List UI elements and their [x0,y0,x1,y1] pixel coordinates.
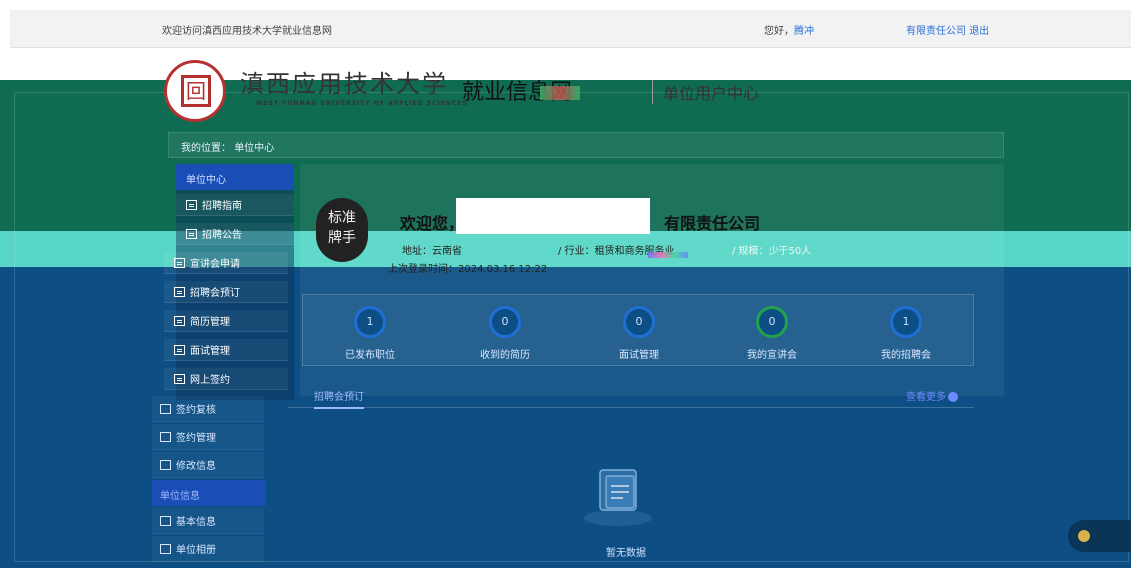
sidebar-item-guide[interactable]: 招聘指南 [176,194,294,216]
sidebar-item-label: 基本信息 [176,517,216,528]
stat-label: 已发布职位 [345,350,395,361]
last-login: 上次登录时间：2024.03.16 12:22 [388,260,547,275]
arrow-right-icon [948,392,958,402]
sidebar-item-label: 修改信息 [176,461,216,472]
list-icon [174,344,185,355]
user-greeting: 您好，腾冲 有限责任公司 退出 [764,22,989,37]
sidebar-item-label: 招聘公告 [202,230,242,241]
sidebar-item-edit-info[interactable]: 修改信息 [152,452,264,478]
sidebar-item-label: 简历管理 [190,317,230,328]
breadcrumb-current[interactable]: 单位中心 [234,143,274,154]
industry-label: / 行业： [558,246,595,257]
top-bar: 欢迎访问滇西应用技术大学就业信息网 您好，腾冲 有限责任公司 退出 [10,10,1131,48]
list-icon [160,431,171,442]
stat-count: 0 [756,306,788,338]
last-login-value: 2024.03.16 12:22 [458,264,548,275]
sidebar-item-label: 网上签约 [190,375,230,386]
render-artifact [648,252,688,258]
logo-glyph-icon: 回 [181,75,211,107]
sidebar-item-online-sign[interactable]: 网上签约 [164,368,288,390]
hello-prefix: 您好， [764,26,794,37]
list-icon [174,257,185,268]
sidebar-item-job-fair[interactable]: 招聘会预订 [164,281,288,303]
sidebar-item-label: 宣讲会申请 [190,259,240,270]
stat-presentations[interactable]: 0 我的宣讲会 [722,306,822,361]
list-icon [160,515,171,526]
sidebar-item-label: 签约复核 [176,405,216,416]
company-name-end: 有限责任公司 [664,214,761,233]
stat-count: 1 [890,306,922,338]
sidebar-item-album[interactable]: 单位相册 [152,536,264,562]
company-link-start[interactable]: 腾冲 [794,26,814,37]
stat-label: 收到的简历 [480,350,530,361]
sidebar-item-announcement[interactable]: 招聘公告 [176,223,294,245]
sidebar-item-label: 签约管理 [176,433,216,444]
scale-label: / 规模： [732,246,769,257]
welcome-text: 欢迎访问滇西应用技术大学就业信息网 [162,26,332,37]
sidebar-section-title: 单位信息 [152,480,266,506]
view-more-link[interactable]: 查看更多 [906,388,958,403]
list-icon [186,199,197,210]
university-logo[interactable]: 回 [164,60,226,122]
sidebar-item-sign-review[interactable]: 签约复核 [152,396,264,422]
list-icon [174,315,185,326]
stat-posted-jobs[interactable]: 1 已发布职位 [320,306,420,361]
stat-received-resumes[interactable]: 0 收到的简历 [455,306,555,361]
company-scale: / 规模：少于50人 [732,242,811,257]
sidebar-item-basic-info[interactable]: 基本信息 [152,508,264,534]
last-login-label: 上次登录时间： [388,264,458,275]
university-name: 滇西应用技术大学 [240,70,448,98]
sidebar-item-label: 招聘会预订 [190,288,240,299]
stat-job-fairs[interactable]: 1 我的招聘会 [856,306,956,361]
tab-bar [288,386,974,408]
address-label: 地址： [402,246,432,257]
bookmarks-bar [0,0,1131,10]
address-value: 云南省 [432,246,462,257]
company-avatar: 标准 牌手 [316,198,368,262]
sidebar-item-label: 招聘指南 [202,201,242,212]
sidebar-item-label: 单位相册 [176,545,216,556]
stat-label: 我的宣讲会 [747,350,797,361]
empty-state-icon [578,458,658,528]
stat-count: 0 [623,306,655,338]
list-icon [160,543,171,554]
floating-help-button[interactable] [1068,520,1131,552]
sidebar-item-sign-manage[interactable]: 签约管理 [152,424,264,450]
company-address: 地址：云南省 [402,242,462,257]
center-title: 单位用户中心 [652,80,759,104]
sidebar-item-label: 面试管理 [190,346,230,357]
stat-count: 1 [354,306,386,338]
stat-label: 我的招聘会 [881,350,931,361]
view-more-label: 查看更多 [906,392,946,403]
stat-interviews[interactable]: 0 面试管理 [589,306,689,361]
avatar-text: 标准 牌手 [328,210,356,246]
render-artifact [540,86,580,100]
sidebar-item-presentation[interactable]: 宣讲会申请 [164,252,288,274]
breadcrumb-label: 我的位置： [181,143,231,154]
list-icon [174,286,185,297]
sidebar-item-interview[interactable]: 面试管理 [164,339,288,361]
list-icon [186,228,197,239]
stat-count: 0 [489,306,521,338]
logout-link[interactable]: 退出 [969,26,989,37]
stat-label: 面试管理 [619,350,659,361]
sidebar-item-resume[interactable]: 简历管理 [164,310,288,332]
university-english-name: WEST YUNNAN UNIVERSITY OF APPLIED SCIENC… [256,100,468,107]
list-icon [174,373,185,384]
help-icon [1078,530,1090,542]
scale-value: 少于50人 [768,246,812,257]
empty-state-text: 暂无数据 [606,548,646,559]
redacted-company-name [456,198,650,234]
list-icon [160,459,171,470]
breadcrumb: 我的位置： 单位中心 [168,132,1004,158]
company-link-end[interactable]: 有限责任公司 [906,26,966,37]
list-icon [160,403,171,414]
welcome-label: 欢迎您， [400,214,465,233]
sidebar-title: 单位中心 [176,164,294,190]
tab-job-fair-booking[interactable]: 招聘会预订 [314,388,364,409]
